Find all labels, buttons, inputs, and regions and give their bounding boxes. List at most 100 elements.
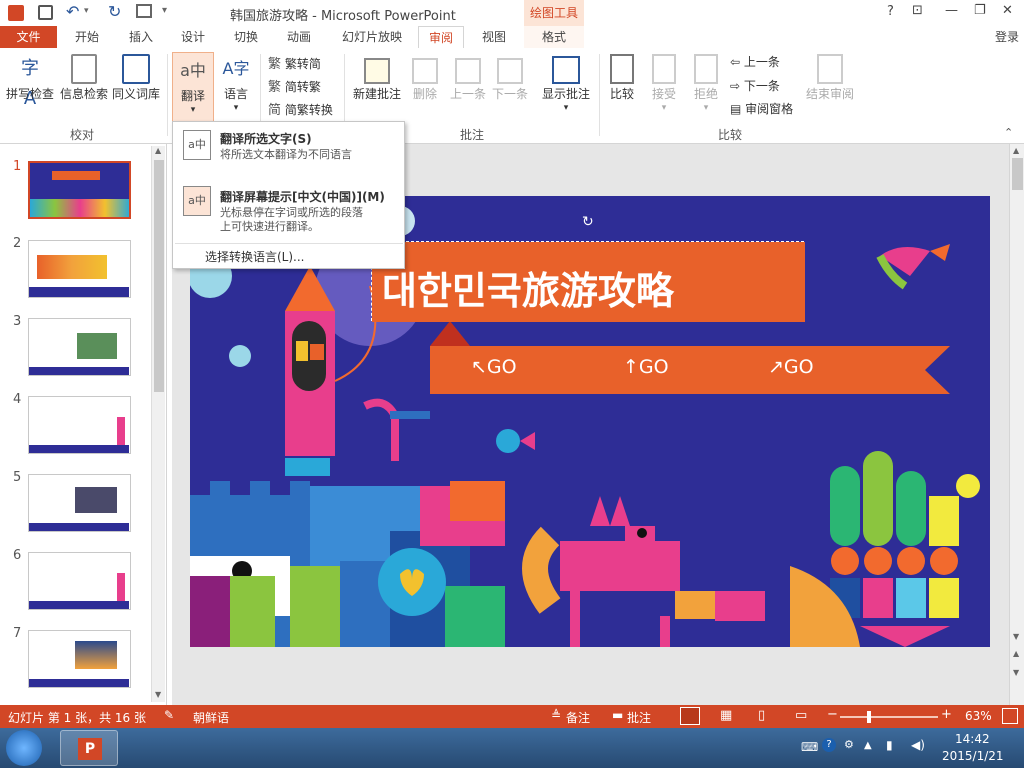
next-slide-icon[interactable]: ▼ xyxy=(1013,668,1019,677)
rotate-handle-icon[interactable]: ↻ xyxy=(582,214,594,230)
powerpoint-app-icon[interactable] xyxy=(8,5,24,21)
slide-position-info[interactable]: 幻灯片 第 1 张，共 16 张 xyxy=(8,709,146,726)
choose-translation-language-item[interactable]: 选择转换语言(L)... xyxy=(205,248,305,265)
scrollbar-thumb[interactable] xyxy=(1012,158,1023,190)
research-button[interactable]: 信息检索 xyxy=(58,54,110,101)
mini-translator-item[interactable]: a中 翻译屏幕提示[中文(中国)](M) 光标悬停在字词或所选的段落 上可快速进… xyxy=(175,184,403,238)
reading-view-icon[interactable]: ▯ xyxy=(758,708,765,723)
chinese-conversion-button[interactable]: 简 简繁转换 xyxy=(268,100,333,120)
scroll-up-icon[interactable]: ▲ xyxy=(1013,146,1019,155)
comments-button[interactable]: 批注 xyxy=(627,709,651,726)
volume-icon[interactable]: ◀) xyxy=(911,738,925,752)
reject-button[interactable]: 拒绝 ▾ xyxy=(688,54,724,115)
translate-selected-item[interactable]: a中 翻译所选文字(S) 将所选文本翻译为不同语言 xyxy=(175,126,403,170)
help-tray-icon[interactable]: ? xyxy=(822,738,836,752)
translate-button[interactable]: a中 翻译 ▾ xyxy=(172,52,214,122)
scrollbar-thumb[interactable] xyxy=(154,160,164,392)
scroll-down-icon[interactable]: ▼ xyxy=(155,690,161,699)
reviewing-pane-label: 审阅窗格 xyxy=(745,102,794,116)
title-selection-box[interactable]: 대한민국旅游攻略 ↻ xyxy=(371,214,805,322)
start-button[interactable] xyxy=(6,730,42,766)
tab-file[interactable]: 文件 xyxy=(0,26,57,48)
powerpoint-taskbar-icon[interactable]: P xyxy=(60,730,118,766)
language-button[interactable]: A字 语言 ▾ xyxy=(216,54,256,115)
ribbon-display-button[interactable]: ⊡ xyxy=(912,3,923,18)
keyboard-icon[interactable]: ⌨ xyxy=(801,740,818,754)
show-hidden-icons[interactable]: ▲ xyxy=(864,740,872,751)
go-up-label: ↑GO xyxy=(623,356,669,378)
zoom-slider[interactable] xyxy=(840,711,938,723)
slide-thumbnail-7[interactable] xyxy=(28,630,131,688)
customize-qat-icon[interactable]: ▾ xyxy=(162,5,167,16)
slide-sorter-icon[interactable]: ▦ xyxy=(720,708,732,723)
language-indicator[interactable]: 朝鲜语 xyxy=(193,709,229,726)
redo-icon[interactable]: ↻ xyxy=(108,2,121,21)
to-traditional-button[interactable]: 繁 简转繁 xyxy=(268,77,321,97)
mini-translator-title: 翻译屏幕提示[中文(中国)](M) xyxy=(220,190,385,204)
editor-scrollbar[interactable]: ▲ ▼ ▲ ▼ xyxy=(1009,144,1024,705)
thumbnail-scrollbar[interactable]: ▲ ▼ xyxy=(151,146,165,702)
new-comment-button[interactable]: 新建批注 xyxy=(349,54,405,101)
thesaurus-button[interactable]: 同义词库 xyxy=(110,54,162,101)
ime-icon[interactable]: ⚙ xyxy=(844,738,854,751)
previous-comment-button[interactable]: 上一条 xyxy=(447,54,489,101)
scroll-down-icon[interactable]: ▼ xyxy=(1013,632,1019,641)
tab-slideshow[interactable]: 幻灯片放映 xyxy=(335,26,409,48)
clock-time[interactable]: 14:42 xyxy=(955,732,990,746)
zoom-level[interactable]: 63% xyxy=(965,709,992,723)
tab-format[interactable]: 格式 xyxy=(524,26,584,48)
compare-button[interactable]: 比较 xyxy=(604,54,640,101)
next-comment-button[interactable]: 下一条 xyxy=(489,54,531,101)
help-button[interactable]: ? xyxy=(887,4,894,19)
tab-view[interactable]: 视图 xyxy=(471,26,517,48)
reviewing-pane-button[interactable]: ▤ 审阅窗格 xyxy=(730,99,793,119)
slide-thumbnail-4[interactable] xyxy=(28,396,131,454)
tab-insert[interactable]: 插入 xyxy=(118,26,164,48)
slide-thumbnail-6[interactable] xyxy=(28,552,131,610)
clock-date[interactable]: 2015/1/21 xyxy=(942,749,1004,763)
undo-dropdown-icon[interactable]: ▾ xyxy=(84,6,89,16)
tab-home[interactable]: 开始 xyxy=(64,26,110,48)
delete-comment-label: 删除 xyxy=(412,87,437,101)
to-simplified-button[interactable]: 繁 繁转简 xyxy=(268,54,321,74)
fit-to-window-icon[interactable] xyxy=(1002,708,1018,724)
delete-comment-button[interactable]: 删除 xyxy=(407,54,443,101)
save-icon[interactable] xyxy=(38,5,53,20)
slide-thumbnail-3[interactable] xyxy=(28,318,131,376)
zoom-slider-thumb[interactable] xyxy=(867,711,871,723)
compare-next-button[interactable]: ⇨ 下一条 xyxy=(730,76,780,96)
slide-thumbnail-2[interactable] xyxy=(28,240,131,298)
minimize-button[interactable]: — xyxy=(945,3,958,18)
normal-view-icon[interactable] xyxy=(680,707,700,725)
compare-previous-button[interactable]: ⇦ 上一条 xyxy=(730,52,780,72)
accept-button[interactable]: 接受 ▾ xyxy=(646,54,682,115)
group-label-comments: 批注 xyxy=(460,128,485,142)
end-review-button[interactable]: 结束审阅 xyxy=(804,54,856,101)
show-comments-button[interactable]: 显示批注 ▾ xyxy=(538,54,594,115)
spelling-status-icon[interactable]: ✎ xyxy=(164,708,174,722)
slide-title[interactable]: 대한민국旅游攻略 xyxy=(382,260,674,315)
previous-slide-icon[interactable]: ▲ xyxy=(1013,649,1019,658)
slideshow-icon[interactable] xyxy=(136,4,152,18)
tab-review[interactable]: 审阅 xyxy=(418,26,464,48)
spell-check-button[interactable]: 字A 拼写检查 xyxy=(4,54,56,109)
slide-thumbnail-1[interactable] xyxy=(28,161,131,219)
zoom-out-icon[interactable]: − xyxy=(827,707,838,722)
powerpoint-logo-icon: P xyxy=(78,738,102,760)
network-icon[interactable]: ▮ xyxy=(886,738,893,752)
collapse-ribbon-icon[interactable]: ⌃ xyxy=(1004,126,1013,139)
tab-transitions[interactable]: 切换 xyxy=(223,26,269,48)
slideshow-view-icon[interactable]: ▭ xyxy=(795,708,807,723)
scroll-up-icon[interactable]: ▲ xyxy=(155,146,161,155)
signin-link[interactable]: 登录 xyxy=(990,26,1024,48)
zoom-in-icon[interactable]: + xyxy=(941,707,952,722)
end-review-label: 结束审阅 xyxy=(805,87,854,101)
translate-selected-icon: a中 xyxy=(183,130,211,160)
notes-button[interactable]: 备注 xyxy=(566,709,590,726)
close-button[interactable]: ✕ xyxy=(1002,3,1013,18)
restore-button[interactable]: ❐ xyxy=(974,3,986,18)
tab-design[interactable]: 设计 xyxy=(170,26,216,48)
tab-animations[interactable]: 动画 xyxy=(276,26,322,48)
slide-thumbnail-5[interactable] xyxy=(28,474,131,532)
undo-icon[interactable]: ↶ xyxy=(66,2,79,21)
